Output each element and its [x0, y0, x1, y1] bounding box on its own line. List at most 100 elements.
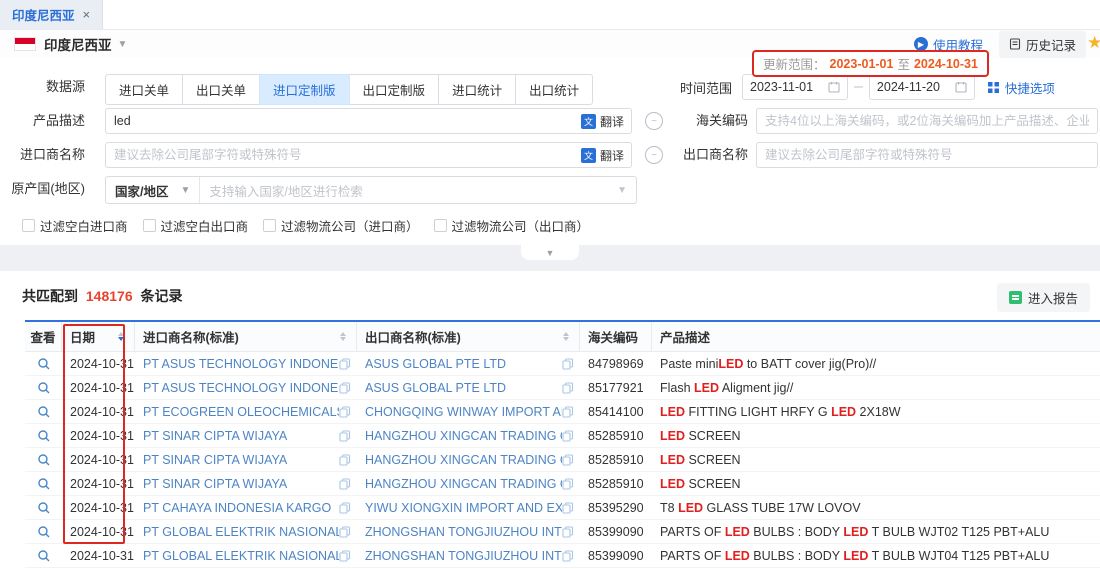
product-desc-cell: LED SCREEN — [652, 453, 1100, 467]
exporter-link[interactable]: ZHONGSHAN TONGJIUZHOU INTERNA... — [357, 549, 580, 563]
source-tab-进口关单[interactable]: 进口关单 — [105, 74, 183, 105]
checkbox-过滤物流公司（进口商）[interactable]: 过滤物流公司（进口商） — [263, 216, 419, 235]
checkbox-过滤空白出口商[interactable]: 过滤空白出口商 — [143, 216, 249, 235]
view-record-button[interactable] — [25, 453, 62, 467]
copy-icon[interactable] — [562, 526, 574, 538]
exporter-link[interactable]: ASUS GLOBAL PTE LTD — [357, 357, 580, 371]
checkbox-过滤物流公司（出口商）[interactable]: 过滤物流公司（出口商） — [434, 216, 590, 235]
count-prefix: 共匹配到 — [22, 288, 78, 304]
source-tab-进口统计[interactable]: 进口统计 — [438, 74, 516, 105]
copy-icon[interactable] — [562, 502, 574, 514]
view-record-button[interactable] — [25, 429, 62, 443]
view-magnifier-icon[interactable] — [37, 525, 51, 539]
translate-button[interactable]: 文 翻译 — [581, 113, 624, 130]
favorite-star-icon[interactable]: ★ — [1087, 33, 1100, 53]
history-button[interactable]: 历史记录 — [999, 31, 1086, 58]
importer-link[interactable]: PT ASUS TECHNOLOGY INDONESIA BA... — [135, 381, 357, 395]
sort-icon[interactable] — [563, 332, 573, 341]
close-icon[interactable]: × — [83, 7, 91, 22]
exporter-link[interactable]: HANGZHOU XINGCAN TRADING CO LTD — [357, 429, 580, 443]
importer-link[interactable]: PT SINAR CIPTA WIJAYA — [135, 477, 357, 491]
copy-icon[interactable] — [339, 526, 351, 538]
checkbox-icon[interactable] — [22, 219, 35, 232]
checkbox-icon[interactable] — [143, 219, 156, 232]
collapse-panel-button[interactable]: ▼ — [521, 245, 579, 260]
copy-icon[interactable] — [562, 550, 574, 562]
copy-icon[interactable] — [562, 430, 574, 442]
date-range-label: 时间范围 — [680, 78, 732, 97]
column-header-日期[interactable]: 日期 — [62, 322, 135, 351]
source-tab-出口统计[interactable]: 出口统计 — [515, 74, 593, 105]
origin-type-select[interactable]: 国家/地区 ▼ — [106, 177, 200, 203]
copy-icon[interactable] — [339, 478, 351, 490]
copy-icon[interactable] — [339, 502, 351, 514]
exporter-link[interactable]: HANGZHOU XINGCAN TRADING CO LTD — [357, 453, 580, 467]
view-magnifier-icon[interactable] — [37, 357, 51, 371]
view-magnifier-icon[interactable] — [37, 501, 51, 515]
view-magnifier-icon[interactable] — [37, 477, 51, 491]
importer-link[interactable]: PT SINAR CIPTA WIJAYA — [135, 429, 357, 443]
match-mode-icon[interactable]: ~ — [645, 112, 663, 130]
checkbox-过滤空白进口商[interactable]: 过滤空白进口商 — [22, 216, 128, 235]
exporter-link[interactable]: YIWU XIONGXIN IMPORT AND EXPORT... — [357, 501, 580, 515]
exporter-link[interactable]: HANGZHOU XINGCAN TRADING CO LTD — [357, 477, 580, 491]
match-mode-icon[interactable]: ~ — [645, 146, 663, 164]
copy-icon[interactable] — [562, 406, 574, 418]
view-record-button[interactable] — [25, 357, 62, 371]
copy-icon[interactable] — [339, 358, 351, 370]
view-magnifier-icon[interactable] — [37, 549, 51, 563]
sort-icon[interactable] — [340, 332, 350, 341]
product-desc-input[interactable] — [105, 108, 632, 134]
source-tab-进口定制版[interactable]: 进口定制版 — [259, 74, 350, 105]
copy-icon[interactable] — [339, 430, 351, 442]
importer-link[interactable]: PT CAHAYA INDONESIA KARGO — [135, 501, 357, 515]
copy-icon[interactable] — [339, 406, 351, 418]
chevron-down-icon[interactable]: ▼ — [118, 39, 128, 50]
view-record-button[interactable] — [25, 405, 62, 419]
importer-input[interactable] — [105, 142, 632, 168]
copy-icon[interactable] — [339, 382, 351, 394]
exporter-link[interactable]: CHONGQING WINWAY IMPORT AND E... — [357, 405, 580, 419]
date-end-input[interactable]: 2024-11-20 — [869, 74, 975, 100]
view-magnifier-icon[interactable] — [37, 405, 51, 419]
importer-link[interactable]: PT ECOGREEN OLEOCHEMICALS — [135, 405, 357, 419]
view-record-button[interactable] — [25, 549, 62, 563]
column-header-出口商名称(标准)[interactable]: 出口商名称(标准) — [357, 322, 580, 351]
date-start-input[interactable]: 2023-11-01 — [742, 74, 848, 100]
view-record-button[interactable] — [25, 477, 62, 491]
view-record-button[interactable] — [25, 501, 62, 515]
view-record-button[interactable] — [25, 525, 62, 539]
source-tab-出口关单[interactable]: 出口关单 — [182, 74, 260, 105]
translate-button[interactable]: 文 翻译 — [581, 147, 624, 164]
quick-options-button[interactable]: 快捷选项 — [987, 78, 1055, 97]
copy-icon[interactable] — [562, 358, 574, 370]
exporter-link[interactable]: ASUS GLOBAL PTE LTD — [357, 381, 580, 395]
hscode-input[interactable] — [756, 108, 1098, 134]
column-header-产品描述: 产品描述 — [652, 322, 1100, 351]
view-record-button[interactable] — [25, 381, 62, 395]
source-tab-出口定制版[interactable]: 出口定制版 — [349, 74, 440, 105]
country-selector[interactable]: 印度尼西亚 — [44, 34, 112, 54]
importer-link[interactable]: PT GLOBAL ELEKTRIK NASIONAL — [135, 549, 357, 563]
checkbox-icon[interactable] — [434, 219, 447, 232]
sort-icon[interactable] — [118, 332, 128, 341]
copy-icon[interactable] — [339, 550, 351, 562]
copy-icon[interactable] — [562, 478, 574, 490]
copy-icon[interactable] — [562, 382, 574, 394]
copy-icon[interactable] — [339, 454, 351, 466]
view-magnifier-icon[interactable] — [37, 429, 51, 443]
view-magnifier-icon[interactable] — [37, 453, 51, 467]
importer-link[interactable]: PT ASUS TECHNOLOGY INDONESIA BA... — [135, 357, 357, 371]
exporter-input[interactable] — [756, 142, 1098, 168]
origin-combobox[interactable]: 国家/地区 ▼ 支持输入国家/地区进行检索 ▼ — [105, 176, 637, 204]
view-magnifier-icon[interactable] — [37, 381, 51, 395]
tab-indonesia[interactable]: 印度尼西亚 × — [0, 0, 103, 29]
copy-icon[interactable] — [562, 454, 574, 466]
exporter-link[interactable]: ZHONGSHAN TONGJIUZHOU INTERNA... — [357, 525, 580, 539]
importer-link[interactable]: PT SINAR CIPTA WIJAYA — [135, 453, 357, 467]
exporter-label: 出口商名称 — [678, 142, 748, 168]
importer-link[interactable]: PT GLOBAL ELEKTRIK NASIONAL — [135, 525, 357, 539]
enter-report-button[interactable]: 进入报告 — [997, 283, 1090, 312]
checkbox-icon[interactable] — [263, 219, 276, 232]
column-header-进口商名称(标准)[interactable]: 进口商名称(标准) — [135, 322, 357, 351]
